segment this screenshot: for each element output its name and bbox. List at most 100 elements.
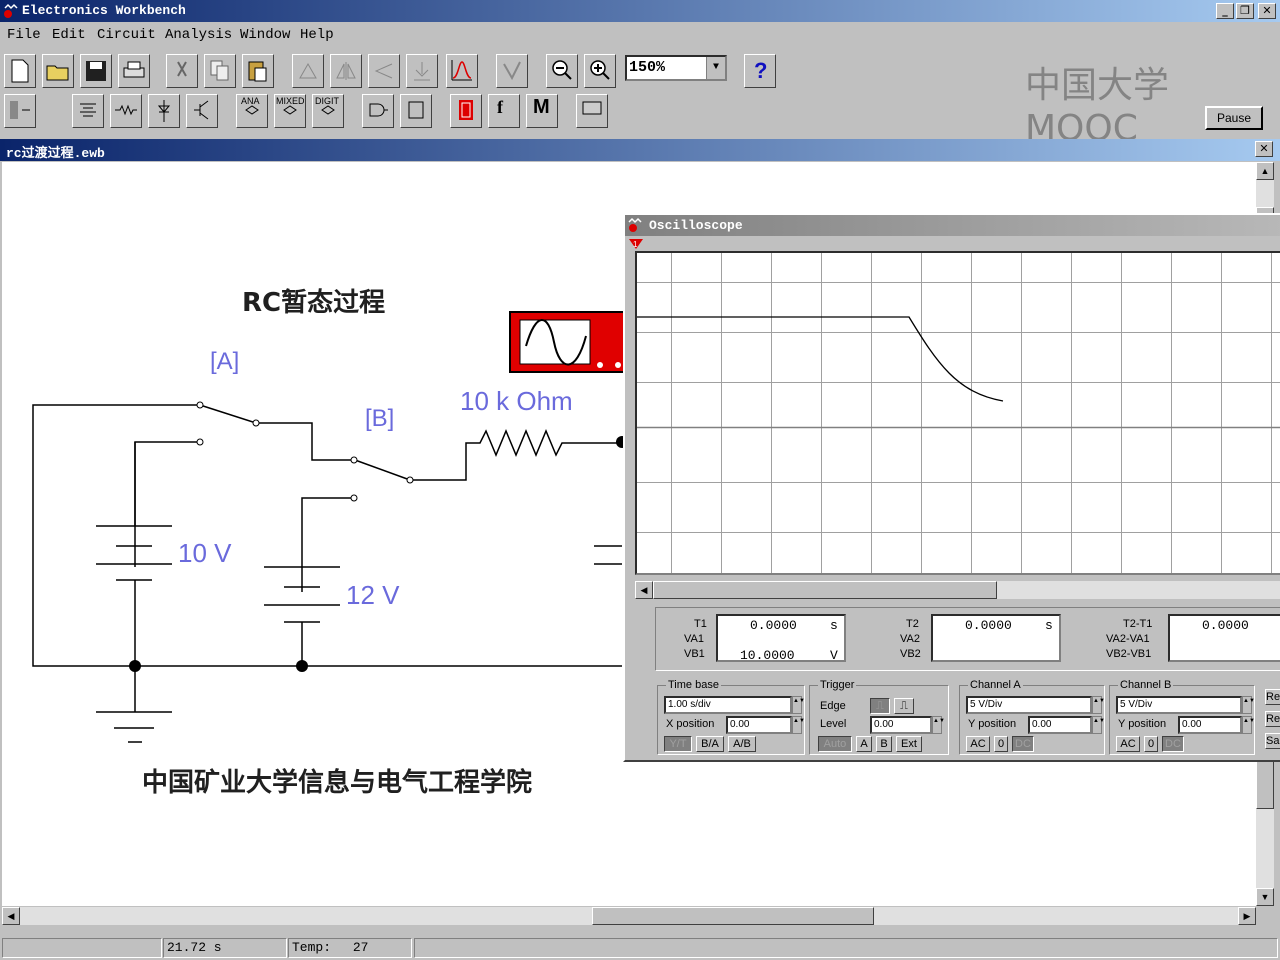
basic-bin-button[interactable] [110, 94, 142, 128]
readout-2-box: 0.0000 s [931, 614, 1061, 662]
zoom-out-button[interactable] [546, 54, 578, 88]
mixed-ics-bin-button[interactable]: MIXED [274, 94, 306, 128]
reverse-button[interactable]: Re [1265, 711, 1280, 727]
scroll-down-icon[interactable]: ▼ [1256, 888, 1274, 906]
timebase-field[interactable]: 1.00 s/div [664, 696, 792, 714]
menu-edit[interactable]: Edit [52, 27, 86, 43]
channel-a-ypos-field[interactable]: 0.00 [1028, 716, 1092, 734]
help-button[interactable]: ? [744, 54, 776, 88]
channel-b-scale-spinner-icon[interactable]: ▲▼ [1242, 696, 1255, 714]
zoom-in-button[interactable] [584, 54, 616, 88]
cut-button[interactable] [166, 54, 198, 88]
ab-button[interactable]: A/B [728, 736, 756, 752]
transistors-bin-button[interactable] [186, 94, 218, 128]
channel-b-ac-button[interactable]: AC [1116, 736, 1140, 752]
analog-ics-bin-button[interactable]: ANA [236, 94, 268, 128]
save-button[interactable] [80, 54, 112, 88]
cursor-1-marker-icon[interactable]: 1 [629, 239, 643, 251]
save-data-button[interactable]: Sa [1265, 733, 1280, 749]
channel-a-ac-button[interactable]: AC [966, 736, 990, 752]
cursor-readout-panel: T1 VA1 VB1 0.0000 s 10.0000 V T2 VA2 VB2… [655, 607, 1280, 671]
channel-a-scale-spinner-icon[interactable]: ▲▼ [1092, 696, 1105, 714]
document-title: rc过渡过程.ewb [6, 146, 105, 161]
channel-a-dc-button[interactable]: DC [1012, 736, 1034, 752]
minimize-button[interactable]: _ [1216, 3, 1234, 19]
oscilloscope-instrument-icon[interactable] [509, 311, 627, 373]
copy-icon [210, 60, 229, 81]
channel-b-0-button[interactable]: 0 [1144, 736, 1158, 752]
document-close-button[interactable]: ✕ [1255, 141, 1273, 157]
x-position-spinner-icon[interactable]: ▲▼ [792, 716, 805, 734]
t2-t1-label: T2-T1 [1123, 618, 1153, 630]
scroll-up-icon[interactable]: ▲ [1256, 162, 1274, 180]
menu-circuit[interactable]: Circuit [97, 27, 156, 43]
trigger-a-button[interactable]: A [856, 736, 872, 752]
yt-button[interactable]: Y/T [664, 736, 692, 752]
scroll-left-icon[interactable]: ◀ [2, 907, 20, 925]
new-button[interactable] [4, 54, 36, 88]
channel-b-ypos-field[interactable]: 0.00 [1178, 716, 1242, 734]
copy-button[interactable] [204, 54, 236, 88]
channel-a-0-button[interactable]: 0 [994, 736, 1008, 752]
diodes-bin-button[interactable] [148, 94, 180, 128]
sources-bin-button[interactable] [72, 94, 104, 128]
graph-button[interactable] [446, 54, 478, 88]
osc-scroll-thumb[interactable] [653, 581, 997, 599]
subcircuit-button[interactable] [496, 54, 528, 88]
ba-button[interactable]: B/A [696, 736, 724, 752]
pause-button[interactable]: Pause [1205, 106, 1263, 130]
osc-scroll-left-icon[interactable]: ◀ [635, 581, 653, 599]
oscilloscope-hscroll[interactable]: ◀ [635, 581, 1280, 599]
menu-help[interactable]: Help [300, 27, 334, 43]
chevron-down-icon[interactable]: ▼ [706, 57, 725, 79]
rotate-icon [299, 62, 317, 79]
oscilloscope-screen[interactable] [635, 251, 1280, 575]
miscellaneous-bin-button[interactable]: M [526, 94, 558, 128]
menu-analysis[interactable]: Analysis [165, 27, 232, 43]
channel-a-ypos-label: Y position [968, 718, 1017, 730]
trigger-level-field[interactable]: 0.00 [870, 716, 932, 734]
timebase-spinner-icon[interactable]: ▲▼ [792, 696, 805, 714]
print-button[interactable] [118, 54, 150, 88]
open-button[interactable] [42, 54, 74, 88]
rotate-button[interactable] [292, 54, 324, 88]
zoom-select[interactable]: 150% ▼ [625, 55, 727, 81]
save-disk-icon [86, 61, 106, 81]
status-extra [414, 938, 1278, 958]
flip-vertical-button[interactable] [368, 54, 400, 88]
and-gate-icon [369, 103, 388, 117]
auto-button[interactable]: Auto [818, 736, 852, 752]
properties-icon [414, 62, 430, 81]
rising-edge-icon[interactable]: ⎍ [870, 698, 890, 714]
paste-button[interactable] [242, 54, 274, 88]
channel-a-ypos-spinner-icon[interactable]: ▲▼ [1092, 716, 1105, 734]
flip-horizontal-button[interactable] [330, 54, 362, 88]
falling-edge-icon[interactable]: ⎍ [894, 698, 914, 714]
ext-button[interactable]: Ext [896, 736, 922, 752]
reduce-button[interactable]: Re [1265, 689, 1280, 705]
indicators-bin-button[interactable] [450, 94, 482, 128]
trigger-b-button[interactable]: B [876, 736, 892, 752]
channel-b-scale-field[interactable]: 5 V/Div [1116, 696, 1242, 714]
digital-ics-bin-button[interactable]: DIGIT [312, 94, 344, 128]
digital-bin-button[interactable] [400, 94, 432, 128]
component-properties-button[interactable] [406, 54, 438, 88]
horizontal-scrollbar[interactable]: ◀ ▶ [2, 907, 1256, 925]
controls-bin-button[interactable]: f [488, 94, 520, 128]
channel-a-scale-field[interactable]: 5 V/Div [966, 696, 1092, 714]
open-folder-icon [46, 65, 69, 81]
scroll-right-icon[interactable]: ▶ [1238, 907, 1256, 925]
restore-button[interactable]: ❐ [1236, 3, 1254, 19]
menu-window[interactable]: Window [240, 27, 290, 43]
favorites-bin-button[interactable] [4, 94, 36, 128]
channel-b-ypos-spinner-icon[interactable]: ▲▼ [1242, 716, 1255, 734]
menu-file[interactable]: File [7, 27, 41, 43]
close-button[interactable]: ✕ [1258, 3, 1276, 19]
x-position-field[interactable]: 0.00 [726, 716, 792, 734]
instruments-bin-button[interactable] [576, 94, 608, 128]
logic-gates-bin-button[interactable] [362, 94, 394, 128]
horizontal-scroll-thumb[interactable] [592, 907, 874, 925]
t1-label: T1 [694, 618, 707, 630]
channel-b-dc-button[interactable]: DC [1162, 736, 1184, 752]
level-spinner-icon[interactable]: ▲▼ [932, 716, 945, 734]
